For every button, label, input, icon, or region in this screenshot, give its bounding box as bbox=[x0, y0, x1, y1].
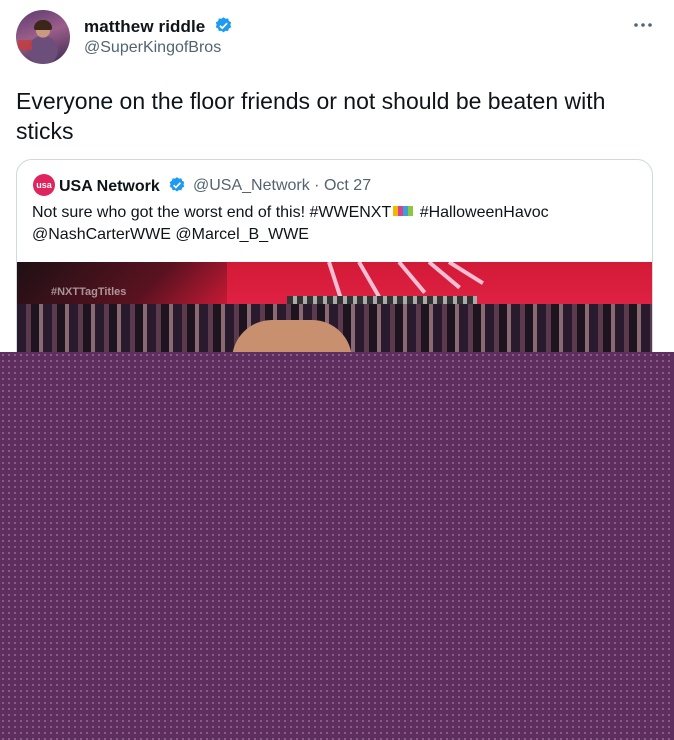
author-display-name[interactable]: matthew riddle bbox=[84, 17, 205, 36]
avatar-hair bbox=[34, 20, 52, 30]
avatar-flag bbox=[18, 40, 32, 50]
quoted-text-main: Not sure who got the worst end of this! … bbox=[32, 204, 392, 221]
more-options-icon[interactable] bbox=[628, 14, 658, 36]
light-beam bbox=[357, 262, 381, 298]
quoted-date[interactable]: Oct 27 bbox=[324, 177, 371, 194]
media-watermark: #NXTTagTitles bbox=[51, 286, 127, 298]
nxt-hashflag-icon bbox=[393, 206, 414, 216]
author-display-name-row[interactable]: matthew riddle bbox=[84, 16, 233, 37]
more-dots-icon bbox=[634, 23, 652, 27]
light-beam bbox=[327, 262, 344, 301]
quoted-meta: @USA_Network · Oct 27 bbox=[193, 177, 371, 195]
light-beam bbox=[397, 262, 427, 294]
author-avatar[interactable] bbox=[16, 10, 70, 64]
quoted-separator: · bbox=[314, 177, 320, 194]
author-handle[interactable]: @SuperKingofBros bbox=[84, 39, 221, 57]
verified-badge-icon bbox=[216, 17, 232, 33]
quoted-media-image[interactable]: #NXTTagTitles bbox=[17, 262, 652, 362]
quoted-display-name-row[interactable]: USA Network bbox=[59, 176, 186, 196]
lighting-truss bbox=[287, 296, 477, 304]
quoted-mentions[interactable]: @NashCarterWWE @Marcel_B_WWE bbox=[32, 224, 632, 246]
tweet-text: Everyone on the floor friends or not sho… bbox=[16, 88, 606, 144]
redacted-region bbox=[0, 352, 674, 740]
quoted-text: Not sure who got the worst end of this! … bbox=[32, 202, 632, 246]
quoted-verified-badge-icon bbox=[169, 177, 185, 192]
quoted-text-line-1: Not sure who got the worst end of this! … bbox=[32, 202, 632, 224]
quoted-display-name[interactable]: USA Network bbox=[59, 178, 160, 195]
quoted-handle[interactable]: @USA_Network bbox=[193, 177, 310, 194]
quoted-avatar[interactable]: usa bbox=[33, 174, 55, 196]
quoted-hashtag[interactable]: #HalloweenHavoc bbox=[415, 204, 549, 221]
tweet: matthew riddle @SuperKingofBros Everyone… bbox=[0, 0, 674, 740]
